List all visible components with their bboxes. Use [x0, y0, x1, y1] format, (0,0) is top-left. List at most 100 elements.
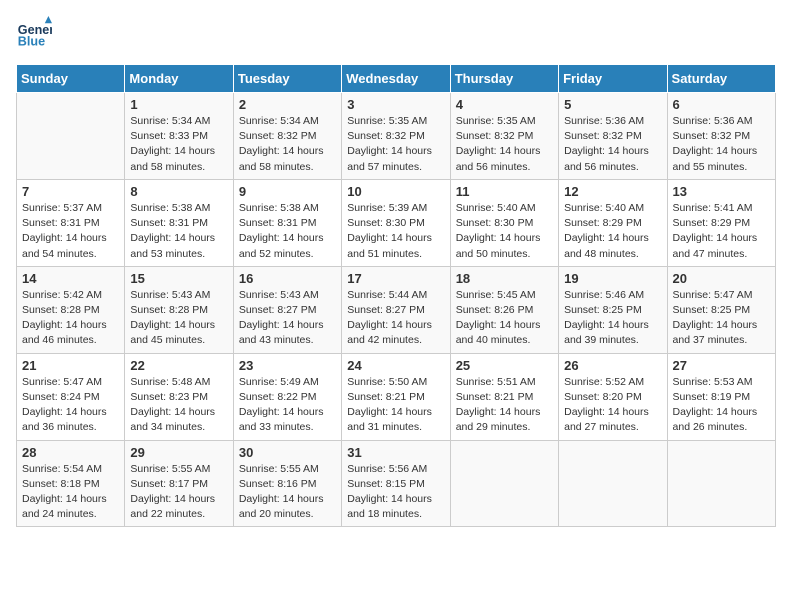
day-info: Sunrise: 5:50 AMSunset: 8:21 PMDaylight:…: [347, 375, 444, 436]
day-number: 3: [347, 97, 444, 112]
day-info: Sunrise: 5:48 AMSunset: 8:23 PMDaylight:…: [130, 375, 227, 436]
day-number: 30: [239, 445, 336, 460]
day-info: Sunrise: 5:36 AMSunset: 8:32 PMDaylight:…: [673, 114, 770, 175]
weekday-header-thursday: Thursday: [450, 65, 558, 93]
day-info: Sunrise: 5:47 AMSunset: 8:24 PMDaylight:…: [22, 375, 119, 436]
calendar-cell: 15 Sunrise: 5:43 AMSunset: 8:28 PMDayligh…: [125, 266, 233, 353]
calendar-cell: 29 Sunrise: 5:55 AMSunset: 8:17 PMDayligh…: [125, 440, 233, 527]
day-info: Sunrise: 5:55 AMSunset: 8:16 PMDaylight:…: [239, 462, 336, 523]
calendar-cell: 12 Sunrise: 5:40 AMSunset: 8:29 PMDayligh…: [559, 179, 667, 266]
day-number: 8: [130, 184, 227, 199]
day-info: Sunrise: 5:34 AMSunset: 8:33 PMDaylight:…: [130, 114, 227, 175]
calendar-cell: 18 Sunrise: 5:45 AMSunset: 8:26 PMDayligh…: [450, 266, 558, 353]
calendar-cell: 14Sunrise: 5:42 AMSunset: 8:28 PMDayligh…: [17, 266, 125, 353]
weekday-header-friday: Friday: [559, 65, 667, 93]
day-number: 14: [22, 271, 119, 286]
calendar-cell: [667, 440, 775, 527]
day-number: 18: [456, 271, 553, 286]
day-number: 4: [456, 97, 553, 112]
day-info: Sunrise: 5:47 AMSunset: 8:25 PMDaylight:…: [673, 288, 770, 349]
calendar-cell: 27Sunrise: 5:53 AMSunset: 8:19 PMDayligh…: [667, 353, 775, 440]
weekday-header-saturday: Saturday: [667, 65, 775, 93]
calendar-cell: 30 Sunrise: 5:55 AMSunset: 8:16 PMDayligh…: [233, 440, 341, 527]
day-number: 28: [22, 445, 119, 460]
day-info: Sunrise: 5:43 AMSunset: 8:27 PMDaylight:…: [239, 288, 336, 349]
day-number: 13: [673, 184, 770, 199]
calendar-cell: 1 Sunrise: 5:34 AMSunset: 8:33 PMDaylight…: [125, 93, 233, 180]
calendar-cell: 4 Sunrise: 5:35 AMSunset: 8:32 PMDaylight…: [450, 93, 558, 180]
calendar-cell: 7Sunrise: 5:37 AMSunset: 8:31 PMDaylight…: [17, 179, 125, 266]
calendar-header-row: SundayMondayTuesdayWednesdayThursdayFrid…: [17, 65, 776, 93]
day-number: 19: [564, 271, 661, 286]
day-info: Sunrise: 5:39 AMSunset: 8:30 PMDaylight:…: [347, 201, 444, 262]
day-number: 31: [347, 445, 444, 460]
weekday-header-wednesday: Wednesday: [342, 65, 450, 93]
day-number: 2: [239, 97, 336, 112]
calendar-cell: 6Sunrise: 5:36 AMSunset: 8:32 PMDaylight…: [667, 93, 775, 180]
calendar-cell: 17 Sunrise: 5:44 AMSunset: 8:27 PMDayligh…: [342, 266, 450, 353]
calendar-cell: 16 Sunrise: 5:43 AMSunset: 8:27 PMDayligh…: [233, 266, 341, 353]
page-header: General Blue: [16, 16, 776, 52]
day-info: Sunrise: 5:38 AMSunset: 8:31 PMDaylight:…: [130, 201, 227, 262]
weekday-header-sunday: Sunday: [17, 65, 125, 93]
day-number: 22: [130, 358, 227, 373]
logo: General Blue: [16, 16, 56, 52]
calendar-week-row: 14Sunrise: 5:42 AMSunset: 8:28 PMDayligh…: [17, 266, 776, 353]
day-number: 16: [239, 271, 336, 286]
day-number: 20: [673, 271, 770, 286]
calendar-cell: 20 Sunrise: 5:47 AMSunset: 8:25 PMDayligh…: [667, 266, 775, 353]
day-info: Sunrise: 5:44 AMSunset: 8:27 PMDaylight:…: [347, 288, 444, 349]
day-number: 23: [239, 358, 336, 373]
day-number: 29: [130, 445, 227, 460]
weekday-header-monday: Monday: [125, 65, 233, 93]
calendar-cell: 10 Sunrise: 5:39 AMSunset: 8:30 PMDayligh…: [342, 179, 450, 266]
day-info: Sunrise: 5:35 AMSunset: 8:32 PMDaylight:…: [456, 114, 553, 175]
day-info: Sunrise: 5:40 AMSunset: 8:29 PMDaylight:…: [564, 201, 661, 262]
calendar-cell: 11 Sunrise: 5:40 AMSunset: 8:30 PMDayligh…: [450, 179, 558, 266]
calendar-cell: [17, 93, 125, 180]
day-info: Sunrise: 5:45 AMSunset: 8:26 PMDaylight:…: [456, 288, 553, 349]
calendar-cell: 13 Sunrise: 5:41 AMSunset: 8:29 PMDayligh…: [667, 179, 775, 266]
day-info: Sunrise: 5:40 AMSunset: 8:30 PMDaylight:…: [456, 201, 553, 262]
day-number: 27: [673, 358, 770, 373]
day-info: Sunrise: 5:35 AMSunset: 8:32 PMDaylight:…: [347, 114, 444, 175]
calendar-cell: 31 Sunrise: 5:56 AMSunset: 8:15 PMDayligh…: [342, 440, 450, 527]
calendar-cell: [559, 440, 667, 527]
day-number: 7: [22, 184, 119, 199]
calendar-cell: 2 Sunrise: 5:34 AMSunset: 8:32 PMDaylight…: [233, 93, 341, 180]
day-info: Sunrise: 5:36 AMSunset: 8:32 PMDaylight:…: [564, 114, 661, 175]
day-number: 10: [347, 184, 444, 199]
day-info: Sunrise: 5:34 AMSunset: 8:32 PMDaylight:…: [239, 114, 336, 175]
calendar-week-row: 28Sunrise: 5:54 AMSunset: 8:18 PMDayligh…: [17, 440, 776, 527]
day-number: 17: [347, 271, 444, 286]
calendar-cell: 3 Sunrise: 5:35 AMSunset: 8:32 PMDaylight…: [342, 93, 450, 180]
day-number: 24: [347, 358, 444, 373]
calendar-cell: 8 Sunrise: 5:38 AMSunset: 8:31 PMDaylight…: [125, 179, 233, 266]
day-info: Sunrise: 5:43 AMSunset: 8:28 PMDaylight:…: [130, 288, 227, 349]
day-info: Sunrise: 5:41 AMSunset: 8:29 PMDaylight:…: [673, 201, 770, 262]
calendar-cell: 23 Sunrise: 5:49 AMSunset: 8:22 PMDayligh…: [233, 353, 341, 440]
calendar-cell: 24 Sunrise: 5:50 AMSunset: 8:21 PMDayligh…: [342, 353, 450, 440]
day-info: Sunrise: 5:49 AMSunset: 8:22 PMDaylight:…: [239, 375, 336, 436]
calendar-week-row: 1 Sunrise: 5:34 AMSunset: 8:33 PMDaylight…: [17, 93, 776, 180]
day-info: Sunrise: 5:51 AMSunset: 8:21 PMDaylight:…: [456, 375, 553, 436]
calendar-week-row: 7Sunrise: 5:37 AMSunset: 8:31 PMDaylight…: [17, 179, 776, 266]
day-number: 12: [564, 184, 661, 199]
logo-icon: General Blue: [16, 16, 52, 52]
day-number: 15: [130, 271, 227, 286]
day-number: 26: [564, 358, 661, 373]
weekday-header-tuesday: Tuesday: [233, 65, 341, 93]
calendar-cell: 28Sunrise: 5:54 AMSunset: 8:18 PMDayligh…: [17, 440, 125, 527]
calendar-week-row: 21Sunrise: 5:47 AMSunset: 8:24 PMDayligh…: [17, 353, 776, 440]
day-info: Sunrise: 5:46 AMSunset: 8:25 PMDaylight:…: [564, 288, 661, 349]
calendar-cell: 26 Sunrise: 5:52 AMSunset: 8:20 PMDayligh…: [559, 353, 667, 440]
calendar-cell: 19 Sunrise: 5:46 AMSunset: 8:25 PMDayligh…: [559, 266, 667, 353]
day-number: 25: [456, 358, 553, 373]
day-number: 1: [130, 97, 227, 112]
day-info: Sunrise: 5:55 AMSunset: 8:17 PMDaylight:…: [130, 462, 227, 523]
day-number: 11: [456, 184, 553, 199]
day-info: Sunrise: 5:56 AMSunset: 8:15 PMDaylight:…: [347, 462, 444, 523]
calendar-cell: 25 Sunrise: 5:51 AMSunset: 8:21 PMDayligh…: [450, 353, 558, 440]
calendar-table: SundayMondayTuesdayWednesdayThursdayFrid…: [16, 64, 776, 527]
day-info: Sunrise: 5:52 AMSunset: 8:20 PMDaylight:…: [564, 375, 661, 436]
